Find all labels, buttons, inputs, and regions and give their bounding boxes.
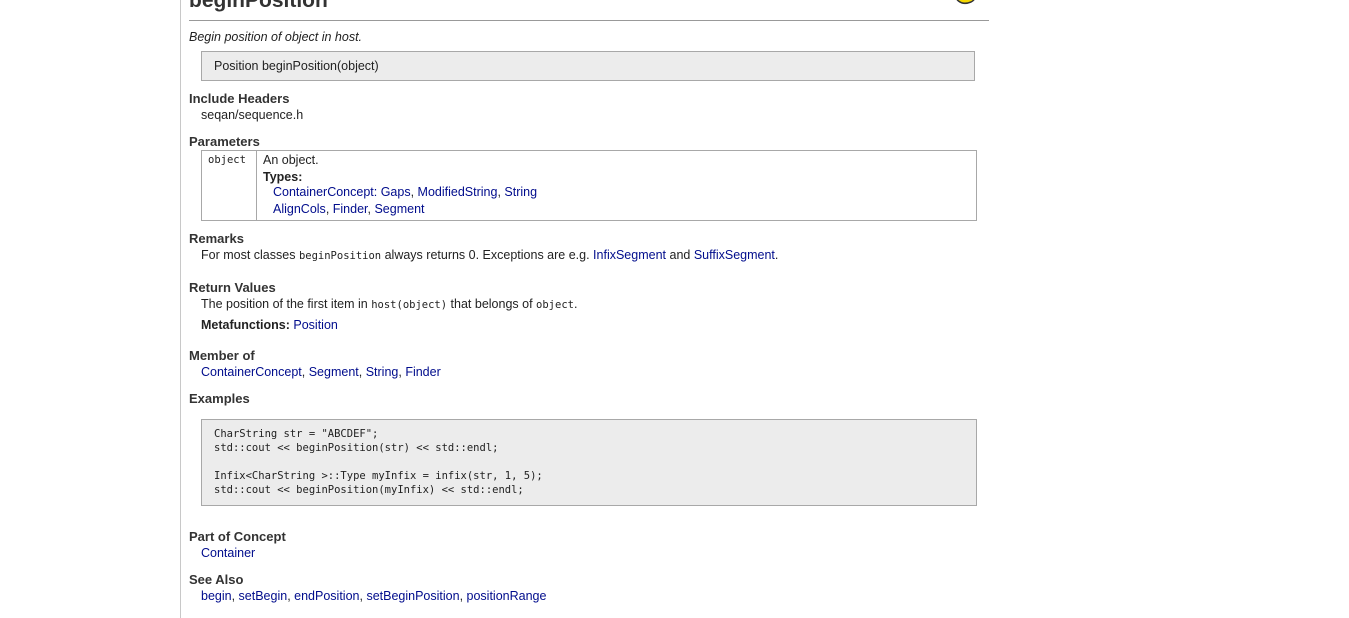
link-segment[interactable]: Segment	[309, 365, 359, 379]
link-suffixsegment[interactable]: SuffixSegment	[694, 248, 775, 262]
code-line: std::cout << beginPosition(myInfix) << s…	[214, 484, 524, 496]
link-positionrange[interactable]: positionRange	[467, 589, 547, 603]
code-line: std::cout << beginPosition(str) << std::…	[214, 442, 499, 454]
summary-text: Begin position of object in host.	[189, 30, 363, 44]
parameters-heading: Parameters	[189, 134, 260, 149]
remarks-heading: Remarks	[189, 231, 244, 246]
documentation-page: beginPosition Begin position of object i…	[0, 0, 1349, 618]
type-link-aligncols[interactable]: AlignCols	[273, 202, 326, 216]
link-containerconcept[interactable]: ContainerConcept	[201, 365, 302, 379]
link-container[interactable]: Container	[201, 546, 255, 560]
return-values-section: Return Values The position of the first …	[189, 280, 989, 334]
part-of-concept-heading: Part of Concept	[189, 529, 286, 544]
return-text-part: The position of the first item in	[201, 297, 372, 311]
main-content: beginPosition Begin position of object i…	[189, 0, 989, 605]
part-of-concept-links: Container	[201, 545, 989, 562]
types-label: Types:	[263, 170, 303, 184]
link-infixsegment[interactable]: InfixSegment	[593, 248, 666, 262]
types-line-1: ContainerConcept: Gaps, ModifiedString, …	[273, 185, 538, 199]
parameters-table: object An object. Types: ContainerConcep…	[201, 150, 977, 221]
remarks-section: Remarks For most classes beginPosition a…	[189, 231, 989, 265]
return-values-heading: Return Values	[189, 280, 276, 295]
include-headers-section: Include Headers seqan/sequence.h	[189, 91, 989, 124]
remarks-text-part: .	[774, 248, 779, 262]
include-header-value: seqan/sequence.h	[201, 108, 304, 122]
see-also-section: See Also begin, setBegin, endPosition, s…	[189, 572, 989, 605]
signature-box: Position beginPosition(object)	[201, 51, 975, 81]
return-text-part: that belongs of	[447, 297, 537, 311]
link-endposition[interactable]: endPosition	[294, 589, 359, 603]
link-begin[interactable]: begin	[201, 589, 232, 603]
parameter-details: An object. Types: ContainerConcept: Gaps…	[257, 151, 977, 221]
code-line: CharString str = "ABCDEF";	[214, 428, 379, 440]
remarks-code: beginPosition	[298, 250, 382, 262]
remarks-text-part: For most classes	[201, 248, 299, 262]
link-setbeginposition[interactable]: setBeginPosition	[366, 589, 459, 603]
remarks-text-part: and	[666, 248, 694, 262]
parameter-name: object	[201, 150, 257, 221]
link-string[interactable]: String	[366, 365, 399, 379]
return-code-object: object	[536, 299, 574, 311]
include-headers-heading: Include Headers	[189, 91, 290, 106]
metafunctions-label: Metafunctions:	[201, 318, 290, 332]
link-setbegin[interactable]: setBegin	[239, 589, 288, 603]
code-line: Infix<CharString >::Type myInfix = infix…	[214, 470, 543, 482]
title-bar: beginPosition	[189, 0, 989, 21]
return-values-text: The position of the first item in host(o…	[201, 296, 989, 314]
parameter-row: object An object. Types: ContainerConcep…	[201, 150, 977, 221]
remarks-text-part: always returns 0. Exceptions are e.g.	[381, 248, 594, 262]
link-finder[interactable]: Finder	[405, 365, 440, 379]
return-code-host: host(object)	[371, 299, 448, 311]
types-line-2: AlignCols, Finder, Segment	[273, 202, 425, 216]
link-position[interactable]: Position	[293, 318, 337, 332]
parameters-section: Parameters object An object. Types: Cont…	[189, 134, 989, 221]
examples-heading: Examples	[189, 391, 250, 406]
member-of-heading: Member of	[189, 348, 255, 363]
member-of-section: Member of ContainerConcept, Segment, Str…	[189, 348, 989, 381]
example-code-box: CharString str = "ABCDEF";std::cout << b…	[201, 419, 977, 506]
type-link-string[interactable]: String	[504, 185, 537, 199]
metafunctions-line: Metafunctions: Position	[201, 317, 989, 334]
type-link-segment[interactable]: Segment	[374, 202, 424, 216]
type-link-modifiedstring[interactable]: ModifiedString	[418, 185, 498, 199]
return-text-part: .	[573, 297, 578, 311]
page-title: beginPosition	[189, 0, 328, 12]
part-of-concept-section: Part of Concept Container	[189, 529, 989, 562]
member-of-links: ContainerConcept, Segment, String, Finde…	[201, 365, 441, 379]
type-link-gaps[interactable]: ContainerConcept: Gaps	[273, 185, 411, 199]
type-link-finder[interactable]: Finder	[333, 202, 368, 216]
see-also-links: begin, setBegin, endPosition, setBeginPo…	[201, 589, 547, 603]
seqan-logo-icon	[956, 0, 975, 4]
parameter-description: An object.	[263, 153, 319, 167]
see-also-heading: See Also	[189, 572, 244, 587]
remarks-text: For most classes beginPosition always re…	[201, 247, 989, 265]
examples-section: Examples CharString str = "ABCDEF";std::…	[189, 391, 989, 506]
left-divider	[180, 0, 181, 618]
